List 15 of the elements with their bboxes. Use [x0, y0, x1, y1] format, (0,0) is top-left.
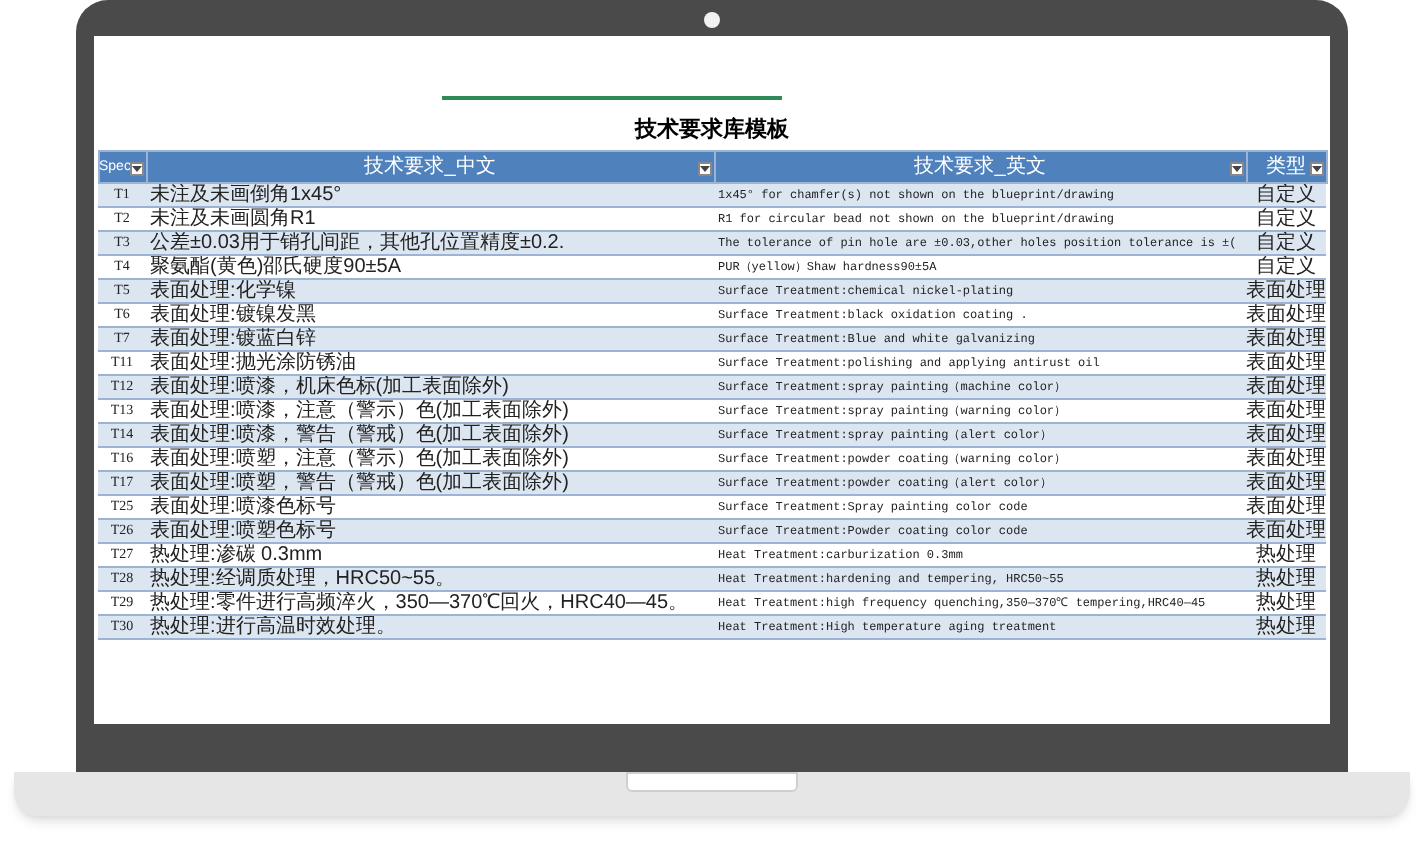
caret-icon	[699, 166, 709, 172]
filter-dropdown-button[interactable]	[1229, 162, 1243, 176]
filter-dropdown-button[interactable]	[129, 162, 143, 176]
sheet-title: 技术要求库模板	[635, 116, 789, 144]
caret-icon	[1311, 166, 1321, 172]
column-header: 技术要求_中文	[364, 155, 496, 179]
caret-icon	[1231, 166, 1241, 172]
column-header: 类型	[1266, 155, 1306, 179]
type-cell: 热处理	[1246, 615, 1326, 639]
filter-dropdown-button[interactable]	[1309, 162, 1323, 176]
chinese-requirement-cell: 热处理:进行高温时效处理。	[146, 615, 714, 639]
caret-icon	[131, 166, 141, 172]
camera-icon	[704, 12, 720, 28]
column-header: 技术要求_英文	[914, 155, 1046, 179]
filter-dropdown-button[interactable]	[697, 162, 711, 176]
